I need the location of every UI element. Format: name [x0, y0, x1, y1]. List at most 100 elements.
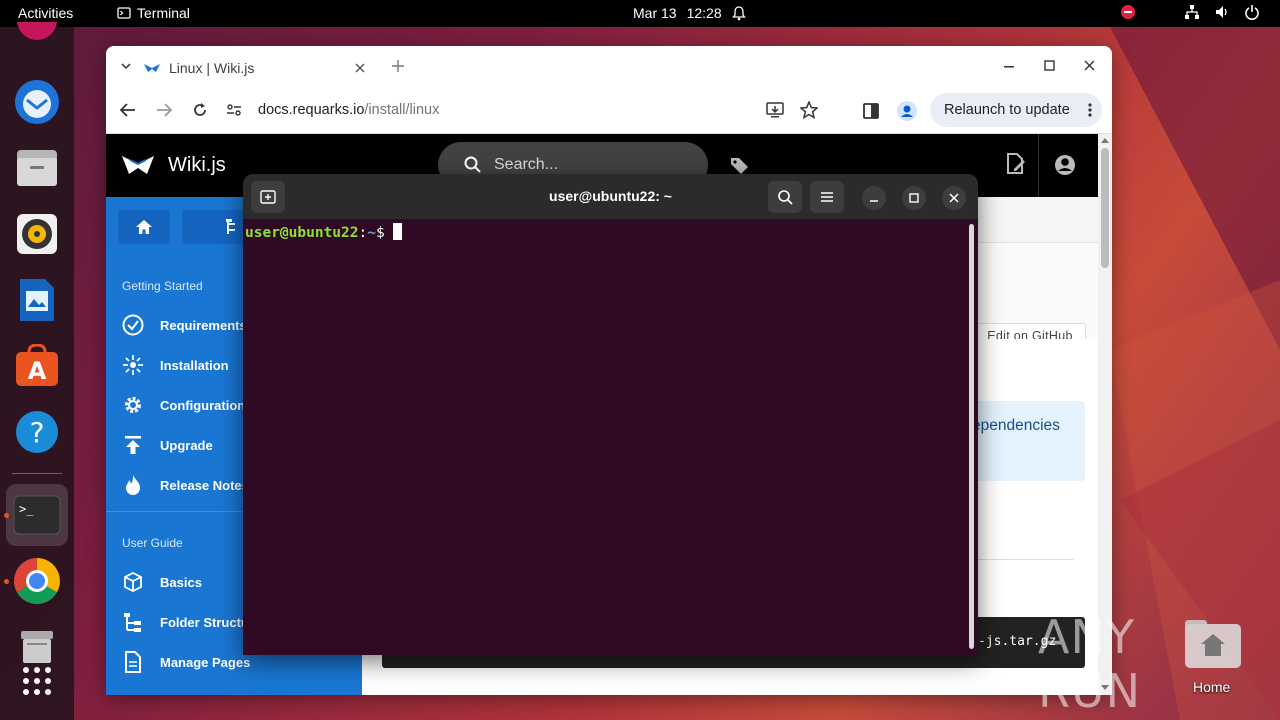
dock-item-partial[interactable] [10, 17, 64, 57]
scrollbar-thumb[interactable] [1101, 148, 1109, 268]
nav-label: Configuration [160, 397, 246, 413]
app-name: Terminal [137, 5, 190, 21]
svg-text:A: A [28, 357, 47, 385]
nav-installation[interactable]: Installation [122, 353, 229, 377]
maximize-button[interactable] [902, 186, 926, 210]
terminal-prompt[interactable]: user@ubuntu22:~$ [245, 223, 403, 241]
account-icon[interactable] [1054, 154, 1076, 176]
forward-icon[interactable] [156, 103, 172, 117]
home-icon [136, 220, 152, 234]
upgrade-icon [125, 436, 141, 454]
cursor [393, 223, 403, 240]
install-app-icon[interactable] [766, 101, 784, 119]
search-button[interactable] [768, 181, 802, 213]
running-indicator [4, 579, 9, 584]
files-icon[interactable] [10, 141, 64, 195]
writer-icon[interactable] [10, 273, 64, 327]
relaunch-button[interactable]: Relaunch to update [930, 93, 1102, 127]
hamburger-icon [821, 192, 833, 202]
do-not-disturb-icon [1121, 5, 1135, 19]
tab-search-icon[interactable] [120, 60, 132, 72]
system-tray[interactable] [1120, 4, 1260, 20]
close-tab-icon[interactable] [355, 63, 365, 73]
chrome-icon[interactable] [10, 554, 64, 608]
nav-manage-pages[interactable]: Manage Pages [122, 650, 250, 674]
app-menu[interactable]: Terminal [117, 5, 190, 21]
clock-date: Mar 13 [633, 5, 677, 21]
page-icon [125, 651, 141, 673]
nav-configuration[interactable]: Configuration [122, 393, 245, 417]
thunderbird-icon[interactable] [10, 75, 64, 129]
nav-label: Upgrade [160, 437, 213, 453]
home-button[interactable] [118, 210, 170, 244]
scroll-up-icon[interactable] [1101, 137, 1109, 143]
clock-time: 12:28 [686, 5, 722, 21]
nav-label: Basics [160, 574, 202, 590]
minimize-button[interactable] [862, 186, 886, 210]
tab-bar: Linux | Wiki.js [106, 46, 1112, 88]
prompt-path: ~ [367, 225, 376, 241]
help-icon[interactable]: ? [10, 405, 64, 459]
section-getting-started: Getting Started [122, 279, 203, 293]
maximize-icon [909, 193, 919, 203]
info-callout-text: ependencies [972, 417, 1060, 434]
dock: A ? >_ [0, 22, 74, 720]
dock-separator [12, 473, 62, 474]
clock[interactable]: Mar 13 12:28 [633, 5, 746, 21]
site-info-icon[interactable] [226, 103, 242, 117]
anyrun-watermark: ANY RUN [1038, 610, 1238, 718]
terminal-window: user@ubuntu22: ~ user@ubuntu22:~$ [243, 174, 978, 655]
nav-requirements[interactable]: Requirements [122, 313, 247, 337]
power-icon [1245, 5, 1259, 20]
nav-release-notes[interactable]: Release Notes [122, 473, 249, 497]
fire-icon [126, 475, 140, 495]
side-panel-icon[interactable] [863, 103, 879, 119]
browser-tab[interactable]: Linux | Wiki.js [143, 54, 378, 82]
terminal-icon[interactable]: >_ [6, 484, 68, 546]
url-path: /install/linux [364, 102, 440, 118]
menu-button[interactable] [810, 181, 844, 213]
folder-tree-icon [124, 613, 141, 632]
url-domain: docs.requarks.io [258, 102, 365, 118]
network-icon [1185, 5, 1199, 19]
profile-avatar-icon[interactable] [897, 101, 917, 121]
software-icon[interactable]: A [10, 339, 64, 393]
close-window-icon[interactable] [1084, 60, 1096, 72]
toolbar: docs.requarks.io/install/linux Relaunch … [106, 88, 1112, 134]
minimize-icon[interactable] [1004, 66, 1016, 68]
nav-label: Installation [160, 357, 229, 373]
site-name[interactable]: Wiki.js [168, 154, 226, 177]
new-page-icon[interactable] [1006, 153, 1026, 175]
nav-label: Release Notes [160, 477, 249, 493]
search-icon [464, 156, 481, 173]
svg-text:?: ? [30, 416, 45, 449]
top-bar: Activities Terminal Mar 13 12:28 [0, 0, 1280, 27]
nav-basics[interactable]: Basics [122, 570, 202, 594]
back-icon[interactable] [120, 103, 136, 117]
prompt-sep: : [358, 225, 368, 241]
rhythmbox-icon[interactable] [10, 207, 64, 261]
prompt-symbol: $ [375, 225, 394, 241]
new-tab-icon[interactable] [392, 60, 404, 72]
address-bar[interactable]: docs.requarks.io/install/linux [226, 93, 836, 127]
terminal-scrollbar[interactable] [969, 224, 974, 649]
nav-folder-structure[interactable]: Folder Structu [122, 610, 249, 634]
gear-icon [125, 397, 141, 413]
svg-text:>_: >_ [19, 502, 34, 516]
search-icon [778, 190, 793, 205]
notification-bell-icon [731, 6, 746, 21]
apps-grid-icon[interactable] [10, 654, 64, 708]
bookmark-star-icon[interactable] [800, 101, 818, 119]
nav-label: Folder Structu [160, 614, 249, 630]
prompt-user: user@ubuntu22 [245, 225, 359, 241]
reload-icon[interactable] [192, 102, 208, 118]
maximize-icon[interactable] [1044, 60, 1056, 72]
cube-icon [124, 571, 142, 593]
close-button[interactable] [942, 186, 966, 210]
tags-icon[interactable] [730, 156, 752, 174]
section-user-guide: User Guide [122, 536, 183, 550]
terminal-header: user@ubuntu22: ~ [243, 174, 978, 219]
nav-upgrade[interactable]: Upgrade [122, 433, 213, 457]
menu-dots-icon[interactable] [1088, 103, 1092, 117]
volume-icon [1216, 6, 1227, 18]
